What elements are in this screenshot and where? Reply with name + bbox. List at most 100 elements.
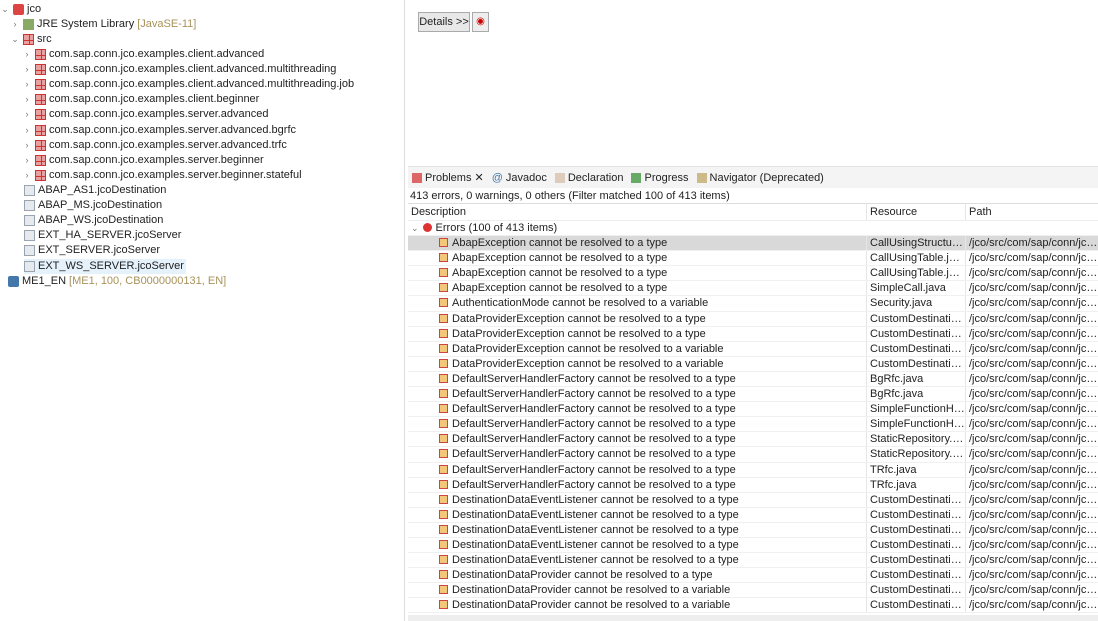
problem-path: /jco/src/com/sap/conn/jco... [966, 598, 1098, 612]
tree-item-file[interactable]: ABAP_MS.jcoDestination [24, 198, 164, 213]
package-icon [35, 140, 46, 151]
table-row[interactable]: DefaultServerHandlerFactory cannot be re… [408, 447, 1098, 462]
tree-item-file[interactable]: EXT_SERVER.jcoServer [24, 243, 162, 258]
tree-item-package[interactable]: ›com.sap.conn.jco.examples.client.advanc… [22, 47, 264, 62]
problem-resource: CustomDestination... [867, 568, 966, 582]
table-row[interactable]: DestinationDataEventListener cannot be r… [408, 493, 1098, 508]
chevron-right-icon[interactable]: › [10, 17, 20, 32]
error-marker-icon [439, 570, 448, 579]
problem-resource: CustomDestination... [867, 493, 966, 507]
editor-area: Details >> ◉ Problems✕ @Javadoc Declarat… [408, 0, 1098, 621]
table-row[interactable]: DestinationDataProvider cannot be resolv… [408, 583, 1098, 598]
tab-problems[interactable]: Problems✕ [412, 171, 484, 184]
tab-javadoc[interactable]: @Javadoc [492, 172, 547, 184]
chevron-right-icon[interactable]: › [22, 107, 32, 122]
table-row[interactable]: DefaultServerHandlerFactory cannot be re… [408, 387, 1098, 402]
problem-path: /jco/src/com/sap/conn/jco... [966, 281, 1098, 295]
error-log-button[interactable]: ◉ [472, 12, 489, 32]
problem-path: /jco/src/com/sap/conn/jco... [966, 236, 1098, 250]
chevron-down-icon[interactable]: ⌄ [0, 2, 10, 17]
table-row[interactable]: DefaultServerHandlerFactory cannot be re… [408, 417, 1098, 432]
package-label: com.sap.conn.jco.examples.server.beginne… [49, 168, 302, 183]
table-row[interactable]: DestinationDataEventListener cannot be r… [408, 538, 1098, 553]
tree-item-src[interactable]: ⌄ src [10, 32, 52, 47]
table-row[interactable]: DataProviderException cannot be resolved… [408, 357, 1098, 372]
error-marker-icon [439, 359, 448, 368]
table-row[interactable]: DestinationDataEventListener cannot be r… [408, 508, 1098, 523]
chevron-right-icon[interactable]: › [22, 138, 32, 153]
table-row[interactable]: DataProviderException cannot be resolved… [408, 312, 1098, 327]
table-row[interactable]: DestinationDataEventListener cannot be r… [408, 523, 1098, 538]
table-row[interactable]: DefaultServerHandlerFactory cannot be re… [408, 432, 1098, 447]
file-icon [24, 261, 35, 272]
table-row[interactable]: DefaultServerHandlerFactory cannot be re… [408, 402, 1098, 417]
chevron-right-icon[interactable]: › [22, 123, 32, 138]
table-row[interactable]: DefaultServerHandlerFactory cannot be re… [408, 372, 1098, 387]
error-marker-icon [439, 283, 448, 292]
problem-description: DefaultServerHandlerFactory cannot be re… [452, 479, 736, 491]
error-marker-icon [439, 419, 448, 428]
tree-item-package[interactable]: ›com.sap.conn.jco.examples.server.advanc… [22, 138, 287, 153]
table-row[interactable]: AbapException cannot be resolved to a ty… [408, 236, 1098, 251]
problem-description: DestinationDataEventListener cannot be r… [452, 554, 739, 566]
tab-label: Progress [644, 172, 688, 184]
chevron-down-icon[interactable]: ⌄ [10, 32, 20, 47]
table-row[interactable]: DestinationDataEventListener cannot be r… [408, 553, 1098, 568]
tree-item-package[interactable]: ›com.sap.conn.jco.examples.client.advanc… [22, 62, 336, 77]
table-row[interactable]: AbapException cannot be resolved to a ty… [408, 266, 1098, 281]
problem-resource: CustomDestination... [867, 357, 966, 371]
problem-path: /jco/src/com/sap/conn/jco... [966, 568, 1098, 582]
tab-navigator[interactable]: Navigator (Deprecated) [697, 172, 824, 184]
tree-item-package[interactable]: › com.sap.conn.jco.examples.server.beginn… [22, 168, 302, 183]
tree-item-package[interactable]: ›com.sap.conn.jco.examples.server.beginn… [22, 153, 264, 168]
tree-item-project[interactable]: ⌄ jco [0, 2, 41, 17]
table-row[interactable]: AbapException cannot be resolved to a ty… [408, 251, 1098, 266]
column-resource[interactable]: Resource [867, 204, 966, 220]
column-description[interactable]: Description [408, 204, 867, 220]
problem-description: DataProviderException cannot be resolved… [452, 328, 706, 340]
problem-path: /jco/src/com/sap/conn/jco... [966, 493, 1098, 507]
chevron-right-icon[interactable]: › [22, 62, 32, 77]
tree-item-connection[interactable]: ME1_EN [ME1, 100, CB0000000131, EN] [8, 274, 226, 289]
file-label: EXT_WS_SERVER.jcoServer [38, 259, 184, 274]
horizontal-scrollbar[interactable] [408, 615, 1098, 621]
table-row[interactable]: DataProviderException cannot be resolved… [408, 342, 1098, 357]
tree-item-file[interactable]: EXT_HA_SERVER.jcoServer [24, 228, 183, 243]
problem-resource: CustomDestination... [867, 327, 966, 341]
errors-group[interactable]: ⌄Errors (100 of 413 items) [408, 221, 1098, 236]
close-icon[interactable]: ✕ [474, 171, 483, 184]
tree-item-file[interactable]: EXT_WS_SERVER.jcoServer [24, 259, 186, 274]
problem-description: DataProviderException cannot be resolved… [452, 313, 706, 325]
problem-resource: SimpleFunctionHan... [867, 402, 966, 416]
column-path[interactable]: Path [966, 204, 1098, 220]
problem-resource: CustomDestination... [867, 523, 966, 537]
table-row[interactable]: DefaultServerHandlerFactory cannot be re… [408, 478, 1098, 493]
tree-item-jre[interactable]: › JRE System Library [JavaSE-11] [10, 17, 196, 32]
table-row[interactable]: DestinationDataProvider cannot be resolv… [408, 568, 1098, 583]
problem-path: /jco/src/com/sap/conn/jco... [966, 447, 1098, 461]
chevron-right-icon[interactable]: › [22, 77, 32, 92]
chevron-down-icon[interactable]: ⌄ [411, 223, 419, 233]
javadoc-icon: @ [492, 172, 503, 184]
table-row[interactable]: DataProviderException cannot be resolved… [408, 327, 1098, 342]
tree-item-file[interactable]: ABAP_WS.jcoDestination [24, 213, 165, 228]
table-row[interactable]: DefaultServerHandlerFactory cannot be re… [408, 463, 1098, 478]
details-button[interactable]: Details >> [418, 12, 470, 32]
table-row[interactable]: AbapException cannot be resolved to a ty… [408, 281, 1098, 296]
problem-description: DefaultServerHandlerFactory cannot be re… [452, 403, 736, 415]
tab-progress[interactable]: Progress [631, 172, 688, 184]
chevron-right-icon[interactable]: › [22, 47, 32, 62]
table-row[interactable]: AuthenticationMode cannot be resolved to… [408, 296, 1098, 311]
tab-declaration[interactable]: Declaration [555, 172, 624, 184]
tree-item-package[interactable]: ›com.sap.conn.jco.examples.client.advanc… [22, 77, 354, 92]
problem-resource: CustomDestination... [867, 508, 966, 522]
tree-item-package[interactable]: ›com.sap.conn.jco.examples.client.beginn… [22, 92, 259, 107]
tree-item-file[interactable]: ABAP_AS1.jcoDestination [24, 183, 168, 198]
table-row[interactable]: DestinationDataProvider cannot be resolv… [408, 598, 1098, 613]
chevron-right-icon[interactable]: › [22, 153, 32, 168]
file-icon [24, 185, 35, 196]
tree-item-package[interactable]: ›com.sap.conn.jco.examples.server.advanc… [22, 123, 296, 138]
chevron-right-icon[interactable]: › [22, 92, 32, 107]
tree-item-package[interactable]: ›com.sap.conn.jco.examples.server.advanc… [22, 107, 269, 122]
chevron-right-icon[interactable]: › [22, 168, 32, 183]
